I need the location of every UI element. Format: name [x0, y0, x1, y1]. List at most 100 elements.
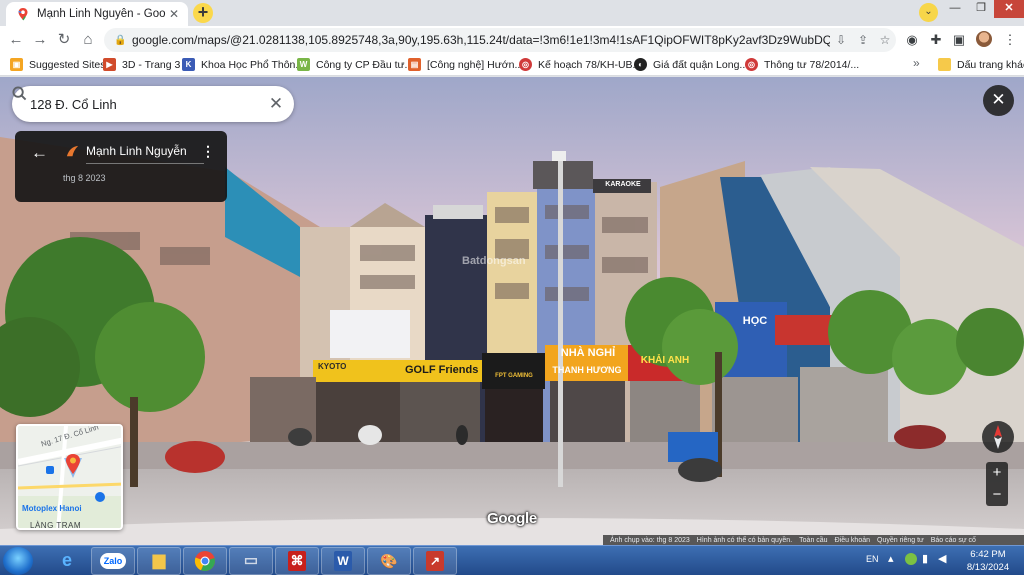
- sign-kyoto: KYOTO: [318, 362, 347, 371]
- sign-fpt-gaming: FPT GAMING: [495, 373, 533, 379]
- browser-tab-active[interactable]: Mạnh Linh Nguyễn - Google Maps ✕: [6, 2, 188, 26]
- address-bar[interactable]: 🔒 google.com/maps/@21.0281138,105.892574…: [104, 28, 896, 52]
- contributor-card: ← Mạnh Linh Nguyễn thg 8 2023 ⋮: [15, 131, 227, 202]
- bookmark-gia-dat[interactable]: ◐ Giá đất quận Long...: [634, 56, 748, 73]
- minimap-area-label: LÀNG TRẠM: [30, 521, 82, 530]
- zoom-controls: + −: [986, 462, 1008, 506]
- bookmark-3d-trang[interactable]: ▶ 3D - Trang 3: [103, 56, 180, 73]
- clock-date: 8/13/2024: [966, 562, 1010, 573]
- sign-golf-friends: GOLF Friends: [405, 364, 479, 376]
- internet-explorer-icon[interactable]: e: [45, 547, 89, 575]
- pdf-reader-icon[interactable]: ⌘: [275, 547, 319, 575]
- link-terms[interactable]: Điều khoản: [835, 537, 870, 544]
- contributor-divider: [86, 163, 204, 164]
- sign-hoc: HỌC: [742, 315, 768, 327]
- minimap[interactable]: Ng. 17 Đ. Cổ Linh Motoplex Hanoi LÀNG TR…: [16, 424, 123, 530]
- street-view-panorama[interactable]: KARAOKE KYOTO GOLF Friends FPT GAMING NH…: [0, 77, 1024, 545]
- new-tab-button[interactable]: +: [193, 3, 213, 23]
- windows-taskbar: e Zalo ▆ ▭ ⌘ W 🎨 ↗ EN ▴ ▮ ◀ 6:42 PM 8/13…: [0, 545, 1024, 575]
- paint-icon[interactable]: 🎨: [367, 547, 411, 575]
- tab-strip: Mạnh Linh Nguyễn - Google Maps ✕ + ⌄ — ❐…: [0, 0, 1024, 26]
- folder-icon: [938, 58, 951, 71]
- file-explorer-icon[interactable]: ▆: [137, 547, 181, 575]
- close-street-view-button[interactable]: ✕: [983, 85, 1014, 116]
- bookmark-khoa-hoc[interactable]: K Khoa Học Phổ Thôn...: [182, 56, 304, 73]
- chrome-icon[interactable]: [183, 547, 227, 575]
- tab-title: Mạnh Linh Nguyễn - Google Maps: [37, 8, 166, 20]
- bookmark-ke-hoach[interactable]: ◎ Kế hoạch 78/KH-UB...: [519, 56, 641, 73]
- zoom-in-button[interactable]: +: [986, 462, 1008, 484]
- link-privacy[interactable]: Quyền riêng tư: [877, 537, 924, 544]
- attribution-bar: Ảnh chụp vào: thg 8 2023 Hình ảnh có thể…: [603, 535, 1024, 545]
- language-indicator[interactable]: EN: [866, 554, 879, 564]
- start-button-windows-icon[interactable]: [3, 547, 33, 575]
- more-options-icon[interactable]: ⋮: [201, 143, 215, 160]
- tray-app-icon[interactable]: [905, 553, 917, 565]
- contributor-name[interactable]: Mạnh Linh Nguyễn: [86, 144, 187, 158]
- minimap-poi-label: Motoplex Hanoi: [22, 504, 82, 513]
- watermark-batdongsan: Batdongsan: [462, 255, 526, 267]
- window-minimize-button[interactable]: —: [942, 0, 968, 18]
- sign-karaoke: KARAOKE: [605, 181, 641, 188]
- side-panel-icon[interactable]: ▣: [950, 31, 968, 49]
- lock-icon[interactable]: 🔒: [114, 35, 126, 46]
- tab-search-icon[interactable]: ⌄: [919, 3, 938, 22]
- street-view-pegman-icon: [64, 454, 82, 478]
- home-icon[interactable]: ⌂: [78, 30, 98, 50]
- 3d-icon: ▶: [103, 58, 116, 71]
- extensions-puzzle-icon[interactable]: ✚: [927, 31, 945, 49]
- back-icon[interactable]: ←: [6, 30, 26, 50]
- extension-icon[interactable]: ◉: [903, 31, 921, 49]
- window-restore-button[interactable]: ❐: [968, 0, 994, 18]
- system-clock[interactable]: 6:42 PM 8/13/2024: [961, 548, 1015, 574]
- volume-icon[interactable]: ◀: [938, 552, 946, 565]
- magnifier-icon: [12, 86, 27, 101]
- share-icon[interactable]: ⇪: [852, 33, 874, 47]
- address-url[interactable]: google.com/maps/@21.0281138,105.8925748,…: [132, 33, 830, 47]
- sign-khai-anh: KHẢI ANH: [640, 355, 690, 366]
- bookmarks-overflow-icon[interactable]: »: [913, 56, 920, 70]
- tray-arrow-icon[interactable]: ▴: [888, 552, 894, 565]
- red-circle-icon: ◎: [745, 58, 758, 71]
- bookmark-cong-ty[interactable]: W Công ty CP Đầu tư...: [297, 56, 413, 73]
- window-close-button[interactable]: ✕: [994, 0, 1024, 18]
- black-circle-icon: ◐: [634, 58, 647, 71]
- browser-toolbar: ← → ↻ ⌂ 🔒 google.com/maps/@21.0281138,10…: [0, 26, 1024, 53]
- install-app-icon[interactable]: ⇩: [830, 33, 852, 47]
- zalo-icon[interactable]: Zalo: [91, 547, 135, 575]
- search-input[interactable]: 128 Đ. Cổ Linh: [30, 97, 228, 112]
- reload-icon[interactable]: ↻: [54, 30, 74, 50]
- link-global[interactable]: Toàn cầu: [799, 537, 827, 544]
- zoom-out-button[interactable]: −: [986, 484, 1008, 506]
- network-icon[interactable]: ▮: [922, 552, 928, 565]
- back-arrow-icon[interactable]: ←: [31, 143, 48, 163]
- compass-icon[interactable]: [982, 421, 1014, 453]
- khpt-icon: K: [182, 58, 195, 71]
- red-circle-icon: ◎: [519, 58, 532, 71]
- clock-time: 6:42 PM: [970, 549, 1006, 560]
- clear-search-icon[interactable]: ✕: [258, 94, 294, 114]
- maps-search-box[interactable]: 128 Đ. Cổ Linh ✕: [12, 86, 294, 122]
- bookmark-suggested-sites[interactable]: ▣ Suggested Sites: [10, 56, 105, 73]
- google-maps-pin-icon: [18, 8, 28, 21]
- computer-icon[interactable]: ▭: [229, 547, 273, 575]
- tab-close-icon[interactable]: ✕: [166, 6, 182, 22]
- link-report-problem[interactable]: Báo cáo sự cố: [931, 537, 976, 544]
- sign-thanh-huong: THANH HƯƠNG: [552, 365, 622, 375]
- red-page-icon: ▤: [408, 58, 421, 71]
- bookmark-folder-other[interactable]: Dấu trang khác: [938, 56, 1024, 73]
- sign-nha-nghi: NHÀ NGHỈ: [560, 347, 616, 359]
- w-icon: W: [297, 58, 310, 71]
- contributor-avatar-icon: [66, 145, 79, 157]
- browser-menu-icon[interactable]: ⋮: [1001, 31, 1019, 49]
- forward-icon[interactable]: →: [30, 30, 50, 50]
- profile-avatar[interactable]: [976, 31, 992, 47]
- presentation-icon[interactable]: ↗: [413, 547, 457, 575]
- word-icon[interactable]: W: [321, 547, 365, 575]
- compass-needle-icon: [994, 425, 1002, 449]
- bookmark-thong-tu[interactable]: ◎ Thông tư 78/2014/...: [745, 56, 859, 73]
- bookmark-star-icon[interactable]: ☆: [874, 33, 896, 47]
- chrome-logo-icon: [194, 551, 215, 572]
- suggested-sites-icon: ▣: [10, 58, 23, 71]
- bookmark-cong-nghe[interactable]: ▤ [Công nghệ] Hướn...: [408, 56, 523, 73]
